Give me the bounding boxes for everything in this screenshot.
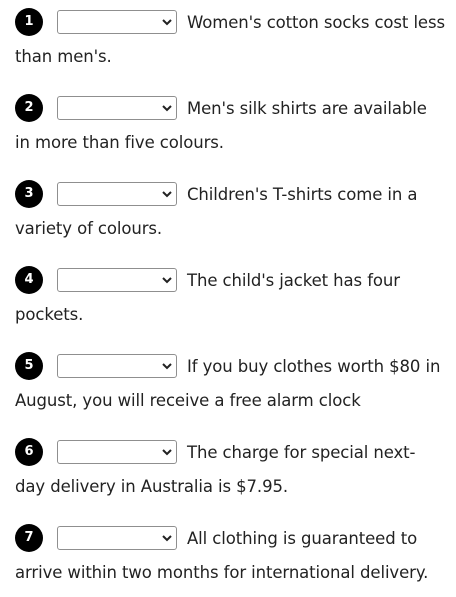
- chevron-down-icon: [162, 448, 172, 455]
- question-number-badge: 4: [15, 265, 43, 294]
- answer-dropdown-2[interactable]: [57, 95, 177, 120]
- chevron-down-icon: [162, 104, 172, 111]
- question-number-badge: 7: [15, 523, 43, 552]
- chevron-down-icon: [162, 18, 172, 25]
- answer-dropdown-5[interactable]: [57, 353, 177, 378]
- answer-dropdown-3[interactable]: [57, 181, 177, 206]
- chevron-down-icon: [162, 534, 172, 541]
- question-6: 6 The charge for special next-day deliver…: [15, 436, 445, 504]
- answer-dropdown-1[interactable]: [57, 9, 177, 34]
- question-number-badge: 3: [15, 179, 43, 208]
- question-number-badge: 2: [15, 93, 43, 122]
- answer-dropdown-7[interactable]: [57, 525, 177, 550]
- question-5: 5 If you buy clothes worth $80 in August,…: [15, 350, 445, 418]
- answer-dropdown-4[interactable]: [57, 267, 177, 292]
- chevron-down-icon: [162, 276, 172, 283]
- question-1: 1 Women's cotton socks cost less than men…: [15, 6, 445, 74]
- chevron-down-icon: [162, 190, 172, 197]
- question-3: 3 Children's T-shirts come in a variety o…: [15, 178, 445, 246]
- question-number-badge: 5: [15, 351, 43, 380]
- question-4: 4 The child's jacket has four pockets.: [15, 264, 445, 332]
- answer-dropdown-6[interactable]: [57, 439, 177, 464]
- question-number-badge: 1: [15, 7, 43, 36]
- question-7: 7 All clothing is guaranteed to arrive wi…: [15, 522, 445, 590]
- question-number-badge: 6: [15, 437, 43, 466]
- question-2: 2 Men's silk shirts are available in more…: [15, 92, 445, 160]
- chevron-down-icon: [162, 362, 172, 369]
